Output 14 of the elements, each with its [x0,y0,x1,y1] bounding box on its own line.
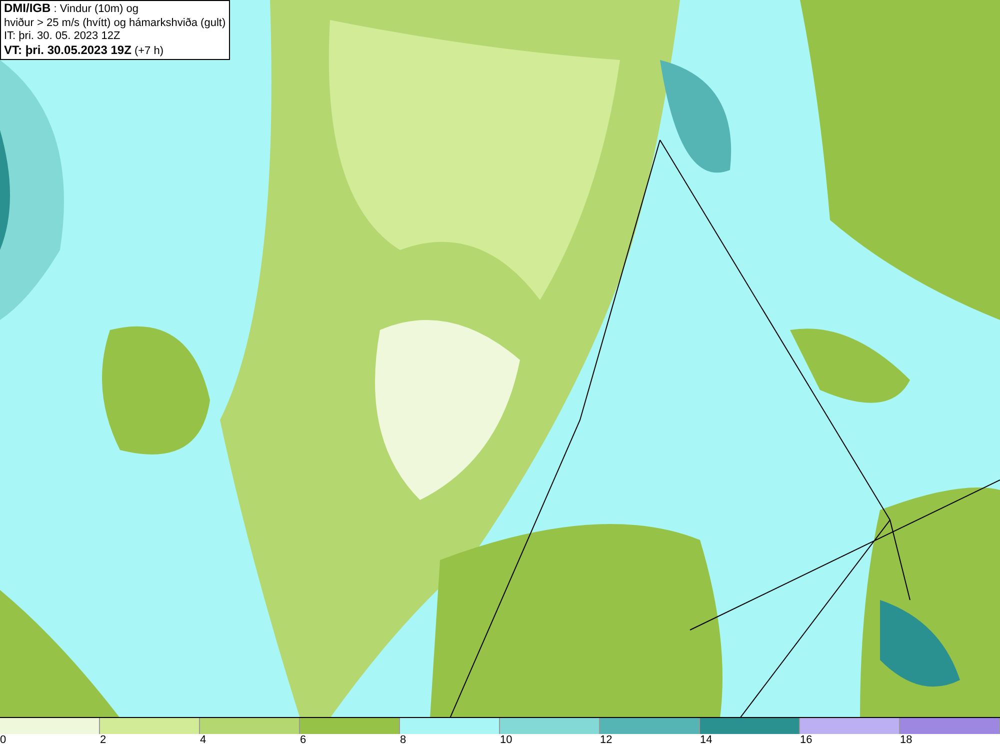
title-line: hviður > 25 m/s (hvítt) og hámarkshviða (gult) [4,16,226,30]
legend-tick-label: 6 [300,734,306,747]
legend-tick-label: 4 [200,734,206,747]
legend-tick-label: 18 [900,734,912,747]
title-line: IT: þri. 30. 05. 2023 12Z [4,30,122,44]
legend-tick-label: 8 [400,734,406,747]
legend-tick-label: 10 [500,734,512,747]
legend-tick-label: 16 [800,734,812,747]
title-line: DMI/IGB : Vindur (10m) og [4,2,140,16]
legend-tick-label: 14 [700,734,712,747]
legend-tick-label: 2 [100,734,106,747]
legend-tick-label: 12 [600,734,612,747]
title-line: VT: þri. 30.05.2023 19Z (+7 h) [4,44,165,58]
legend-tick-label: 0 [0,734,6,747]
